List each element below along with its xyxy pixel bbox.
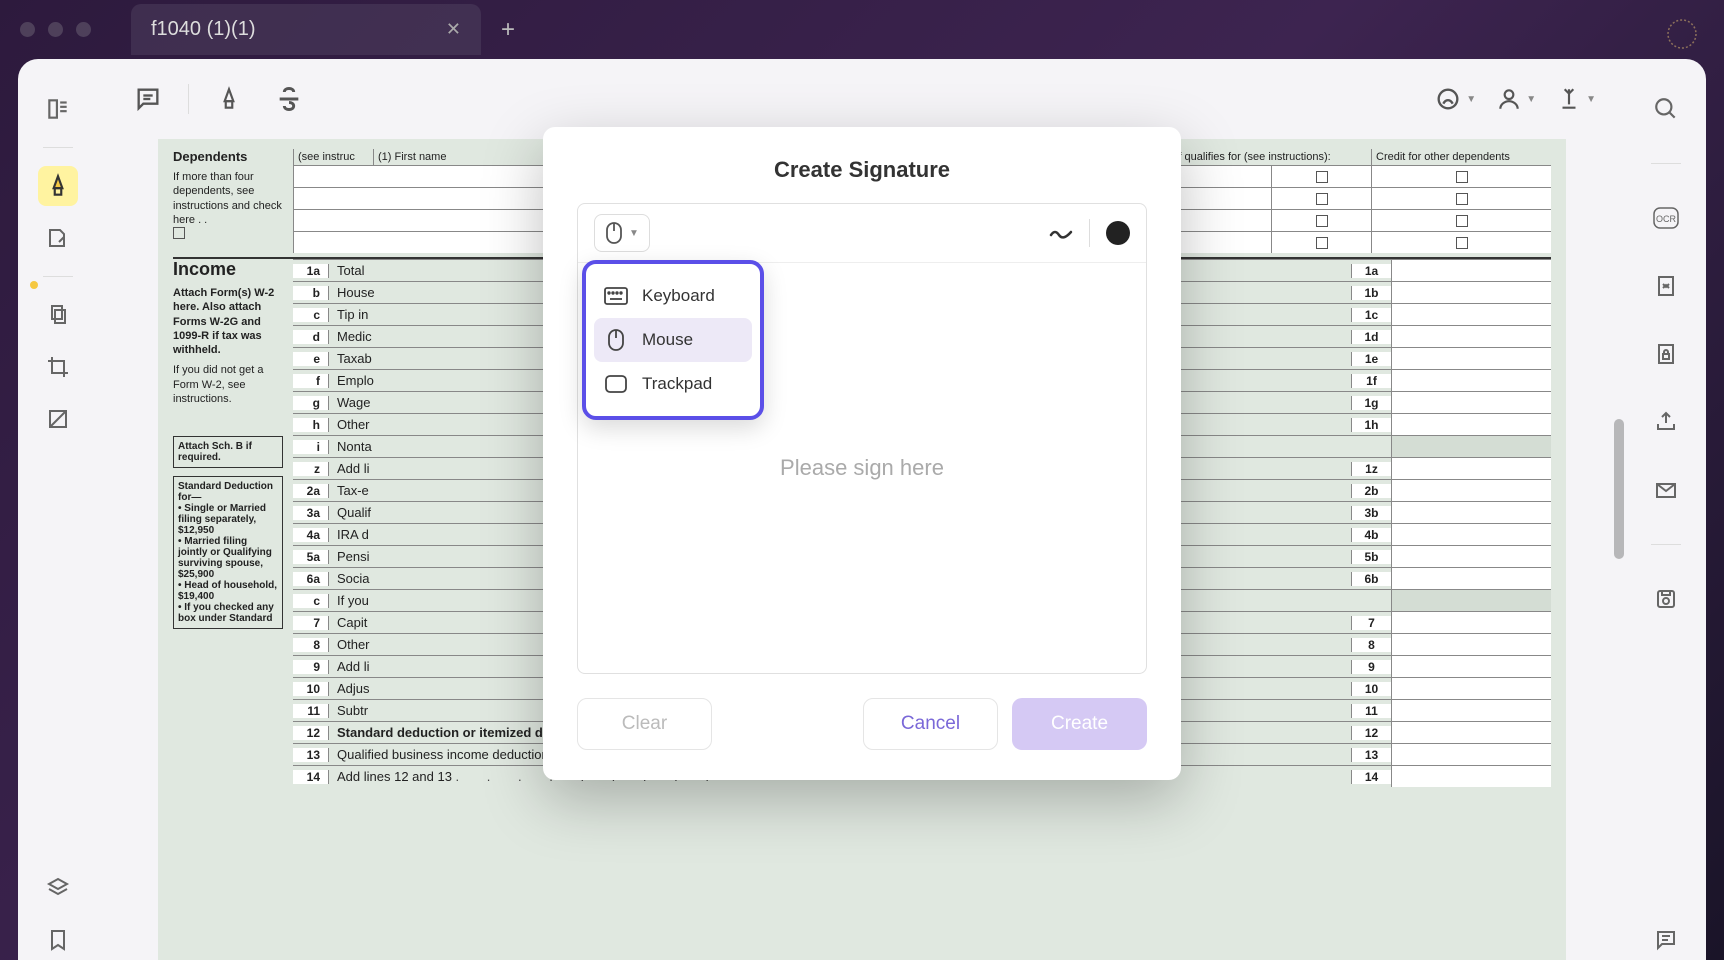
separator [1089,219,1090,247]
mouse-option[interactable]: Mouse [594,318,752,362]
chevron-down-icon: ▼ [629,228,639,239]
add-tab-icon[interactable]: + [501,16,515,44]
input-method-menu: Keyboard Mouse [582,260,764,420]
maximize-window[interactable] [76,22,91,37]
stroke-style-icon[interactable] [1049,225,1073,241]
trackpad-icon [604,374,628,394]
trackpad-label: Trackpad [642,374,712,394]
cancel-button[interactable]: Cancel [863,698,998,750]
app-logo [1662,14,1702,54]
keyboard-label: Keyboard [642,286,715,306]
signature-color-picker[interactable] [1106,221,1130,245]
clear-button[interactable]: Clear [577,698,712,750]
tab-title: f1040 (1)(1) [151,18,256,41]
modal-title: Create Signature [577,157,1147,183]
minimize-window[interactable] [48,22,63,37]
create-signature-modal: Create Signature ▼ Ke [543,127,1181,780]
close-window[interactable] [20,22,35,37]
mouse-icon [605,221,623,245]
keyboard-icon [604,286,628,306]
trackpad-option[interactable]: Trackpad [594,362,752,406]
mouse-label: Mouse [642,330,693,350]
keyboard-option[interactable]: Keyboard [594,274,752,318]
create-button[interactable]: Create [1012,698,1147,750]
input-method-dropdown[interactable]: ▼ [594,214,650,252]
mouse-icon [604,330,628,350]
document-tab[interactable]: f1040 (1)(1) ✕ [131,4,481,55]
signature-placeholder: Please sign here [780,455,944,481]
close-tab-icon[interactable]: ✕ [446,19,461,40]
